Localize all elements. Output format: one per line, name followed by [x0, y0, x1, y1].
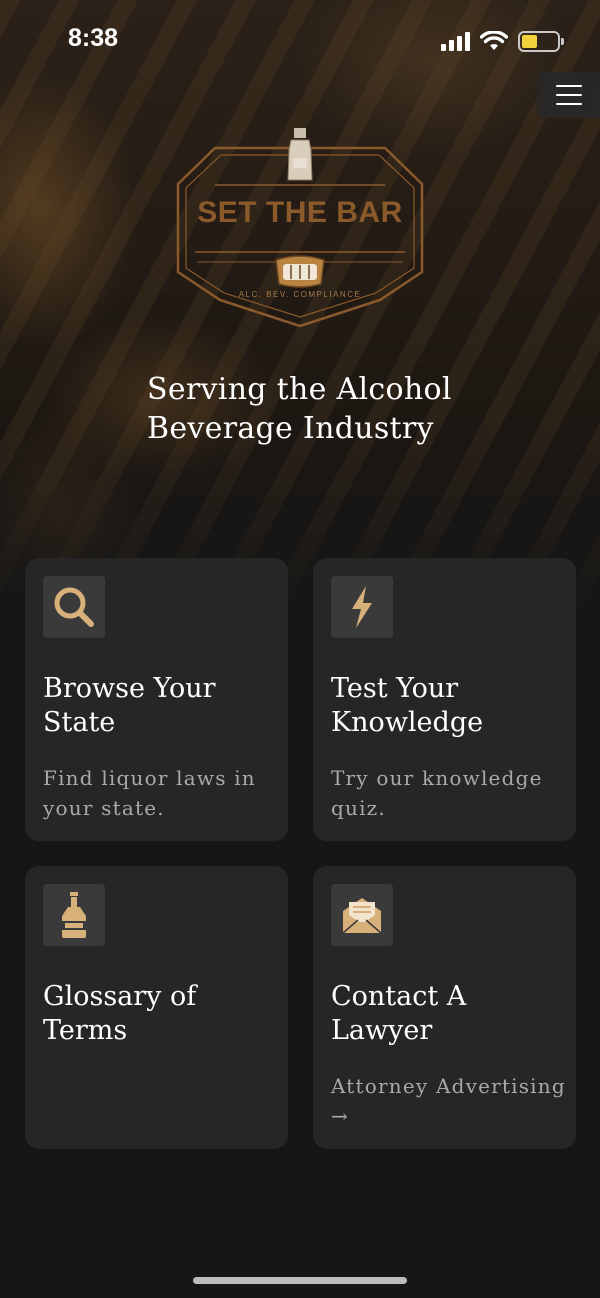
status-bar: 8:38: [0, 0, 600, 80]
search-icon: [54, 587, 94, 627]
card-description: Try our knowledge quiz.: [331, 766, 543, 820]
card-icon-box: [43, 884, 105, 946]
browse-state-card[interactable]: Browse Your State Find liquor laws in yo…: [25, 558, 288, 841]
card-icon-box: [43, 576, 105, 638]
contact-lawyer-card[interactable]: Contact A Lawyer Attorney Advertising →: [313, 866, 576, 1149]
test-knowledge-card[interactable]: Test Your Knowledge Try our knowledge qu…: [313, 558, 576, 841]
home-indicator[interactable]: [193, 1277, 407, 1284]
menu-button[interactable]: [537, 72, 600, 118]
envelope-icon: [342, 898, 382, 934]
card-description: Attorney Advertising →: [331, 1074, 566, 1128]
card-description: Find liquor laws in your state.: [43, 766, 256, 820]
status-icons: [441, 28, 564, 54]
logo-text: SET THE BAR: [197, 196, 403, 229]
battery-icon: [518, 30, 564, 52]
set-the-bar-logo[interactable]: SET THE BAR ALC. BEV. COMPLIANCE: [175, 114, 425, 330]
card-title: Browse Your State: [43, 673, 216, 738]
bottle-icon: [62, 892, 86, 938]
card-icon-box: [331, 576, 393, 638]
hamburger-icon-line: [555, 94, 582, 96]
card-icon-box: [331, 884, 393, 946]
card-title: Glossary of Terms: [43, 981, 197, 1046]
card-title: Contact A Lawyer: [331, 981, 467, 1046]
card-title: Test Your Knowledge: [331, 673, 484, 738]
status-time: 8:38: [68, 24, 119, 52]
hamburger-icon-line: [555, 103, 582, 105]
tagline: Serving the Alcohol Beverage Industry: [147, 372, 452, 446]
glossary-card[interactable]: Glossary of Terms: [25, 866, 288, 1149]
lightning-icon: [352, 586, 372, 628]
hamburger-icon-line: [555, 85, 582, 87]
wifi-icon: [480, 31, 508, 50]
logo-subtext: ALC. BEV. COMPLIANCE: [238, 290, 362, 299]
signal-icon: [441, 31, 470, 51]
